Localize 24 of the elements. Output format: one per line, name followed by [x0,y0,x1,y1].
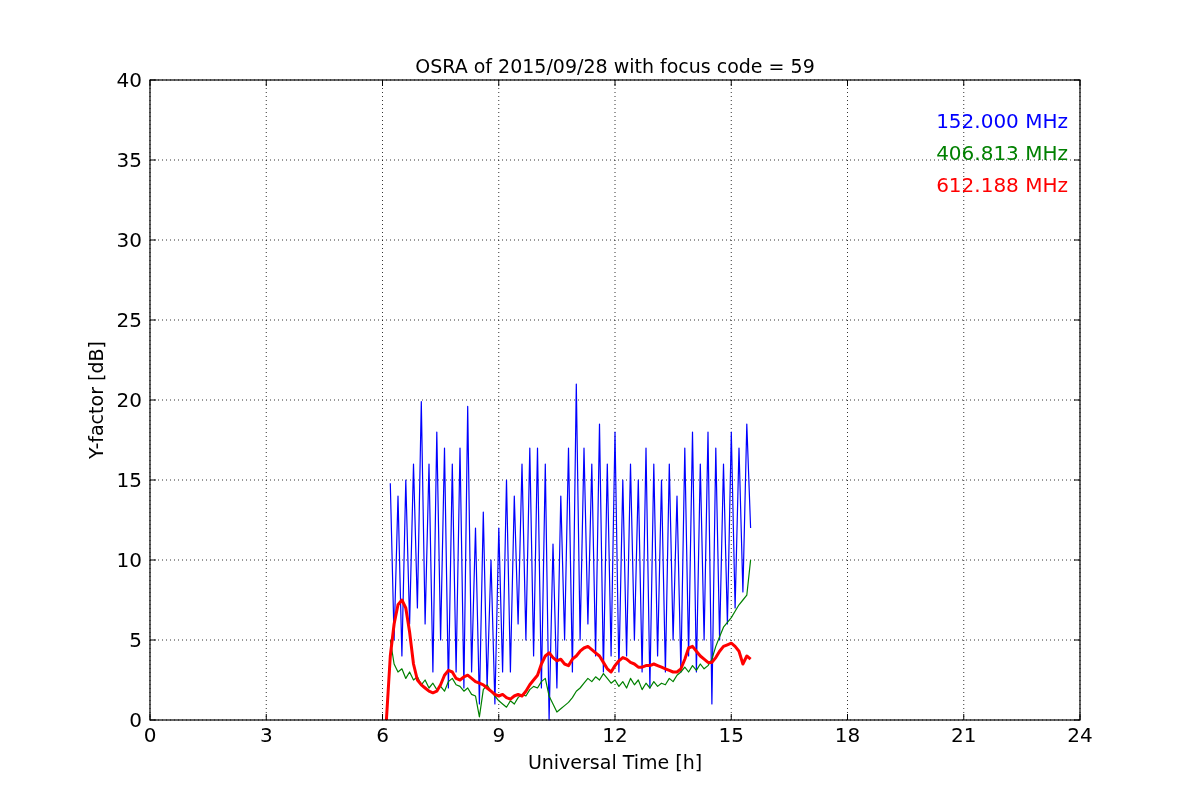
x-axis-label: Universal Time [h] [527,751,703,773]
y-tick-label: 15 [116,468,142,492]
x-tick-label: 6 [376,723,389,747]
y-axis-label: Y-factor [dB] [85,341,107,459]
legend-label: 406.813 MHz [936,141,1068,165]
y-tick-label: 30 [116,228,142,252]
x-tick-label: 3 [259,723,273,747]
y-tick-label: 5 [129,628,142,652]
legend-label: 612.188 MHz [936,173,1068,197]
y-tick-label: 10 [116,548,142,572]
x-tick-label: 9 [492,723,506,747]
x-tick-label: 12 [602,723,628,747]
x-tick-label: 18 [834,723,861,747]
y-tick-label: 0 [129,708,142,732]
y-tick-label: 40 [116,68,142,92]
y-tick-label: 35 [116,148,142,172]
x-tick-label: 21 [951,723,977,747]
x-tick-label: 24 [1067,723,1093,747]
legend-label: 152.000 MHz [936,109,1068,133]
chart-title: OSRA of 2015/09/28 with focus code = 59 [415,55,815,77]
y-tick-label: 20 [116,388,142,412]
x-tick-label: 0 [143,723,157,747]
y-tick-label: 25 [116,308,142,332]
x-tick-label: 15 [718,723,744,747]
